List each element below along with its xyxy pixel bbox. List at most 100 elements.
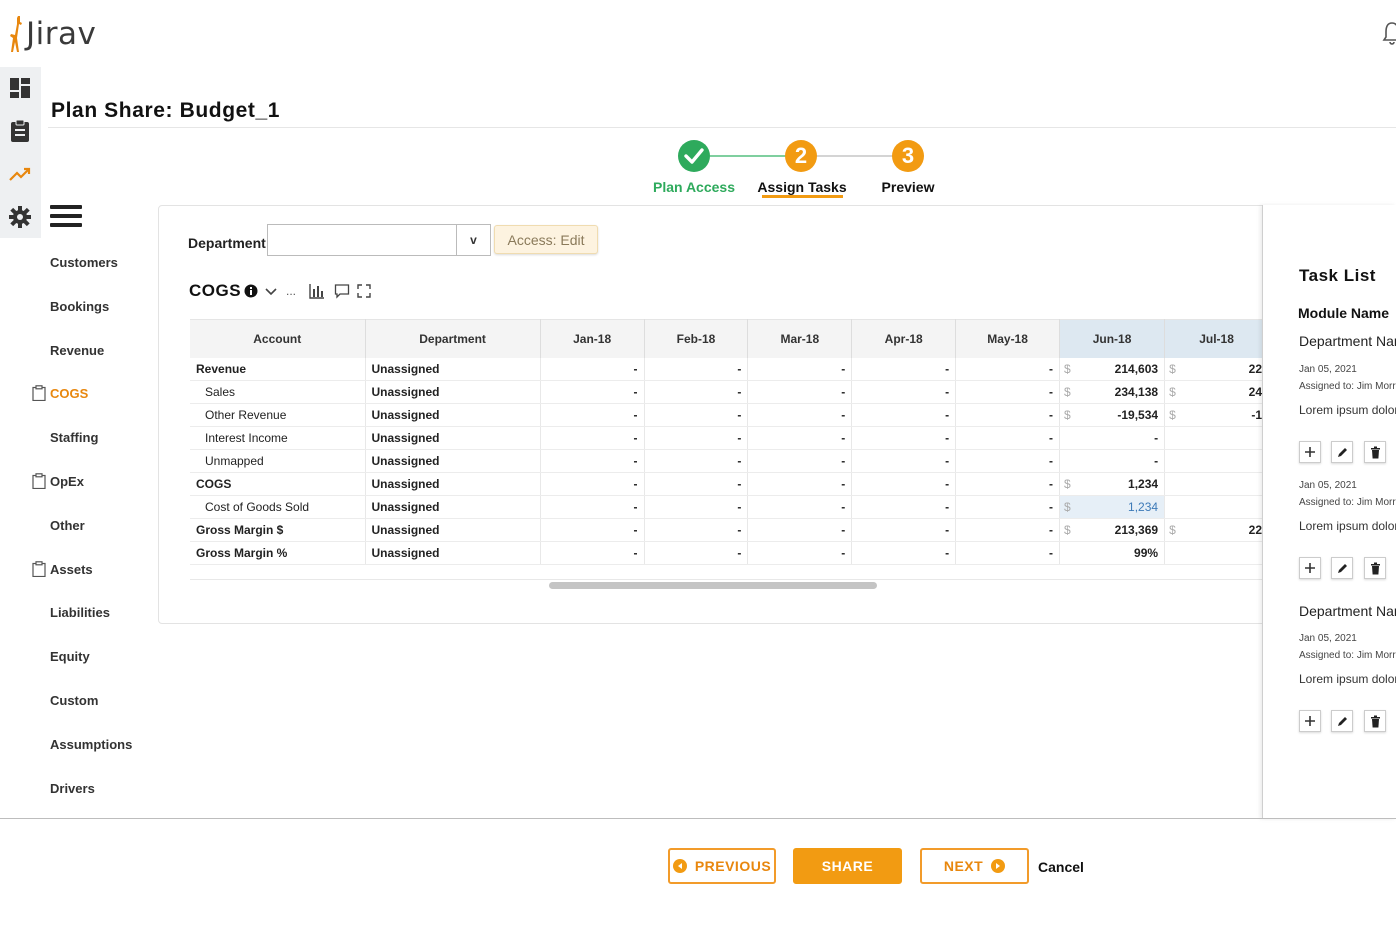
value-cell[interactable]: $24 [1164,380,1267,404]
value-cell[interactable]: - [851,472,957,496]
delete-task-button[interactable] [1364,710,1386,732]
sidebar-item-customers[interactable]: Customers [50,255,118,270]
step-1-check-icon[interactable] [678,140,710,172]
edit-task-button[interactable] [1331,557,1353,579]
sidebar-item-cogs[interactable]: COGS [50,386,88,401]
comment-icon[interactable] [334,283,350,299]
add-task-button[interactable] [1299,557,1321,579]
department-select[interactable]: v [267,224,491,256]
value-cell[interactable]: - [540,403,645,427]
add-task-button[interactable] [1299,441,1321,463]
value-cell[interactable]: $214,603 [1059,357,1166,381]
value-cell[interactable]: - [644,472,749,496]
sidebar-item-other[interactable]: Other [50,518,85,533]
chevron-down-icon[interactable]: v [456,225,490,255]
value-cell[interactable]: - [644,541,749,565]
value-cell[interactable]: - [851,426,957,450]
value-cell[interactable]: - [851,403,957,427]
delete-task-button[interactable] [1364,557,1386,579]
value-cell[interactable]: - [955,403,1061,427]
value-cell[interactable]: - [747,426,853,450]
value-cell[interactable] [1164,472,1267,496]
value-cell[interactable] [1164,426,1267,450]
dashboard-icon[interactable] [8,76,32,100]
value-cell[interactable]: - [851,449,957,473]
value-cell[interactable]: - [747,449,853,473]
edit-task-button[interactable] [1331,710,1353,732]
value-cell[interactable]: - [644,449,749,473]
value-cell[interactable]: - [955,495,1061,519]
value-cell[interactable]: - [540,495,645,519]
value-cell[interactable]: - [644,403,749,427]
value-cell[interactable]: $22 [1164,357,1267,381]
value-cell[interactable]: - [747,357,853,381]
value-cell[interactable]: - [644,380,749,404]
sidebar-item-custom[interactable]: Custom [50,693,98,708]
column-header[interactable]: Mar-18 [747,319,853,358]
value-cell[interactable]: - [851,541,957,565]
value-cell[interactable]: - [540,449,645,473]
step-3-circle[interactable]: 3 [892,140,924,172]
value-cell[interactable]: - [540,541,645,565]
value-cell[interactable]: - [1059,426,1166,450]
column-header[interactable]: Department [365,319,541,358]
value-cell[interactable]: $1,234 [1059,495,1166,519]
add-task-button[interactable] [1299,710,1321,732]
value-cell[interactable]: - [747,495,853,519]
more-icon[interactable]: ... [286,284,296,298]
sidebar-item-liabilities[interactable]: Liabilities [50,605,110,620]
sidebar-item-assumptions[interactable]: Assumptions [50,737,132,752]
expand-icon[interactable] [356,283,372,299]
value-cell[interactable]: - [747,403,853,427]
step-1-label[interactable]: Plan Access [653,179,735,195]
value-cell[interactable]: - [644,495,749,519]
value-cell[interactable]: $22 [1164,518,1267,542]
bell-icon[interactable] [1382,20,1396,46]
value-cell[interactable]: - [955,426,1061,450]
value-cell[interactable]: $ -19,534 [1059,403,1166,427]
value-cell[interactable]: - [955,449,1061,473]
horizontal-scrollbar-thumb[interactable] [549,582,877,589]
next-button[interactable]: NEXT [920,848,1029,884]
value-cell[interactable]: - [644,426,749,450]
previous-button[interactable]: PREVIOUS [668,848,776,884]
value-cell[interactable]: $213,369 [1059,518,1166,542]
value-cell[interactable]: - [540,426,645,450]
column-header[interactable]: Account [190,319,366,358]
value-cell[interactable]: - [540,380,645,404]
value-cell[interactable]: - [644,518,749,542]
sidebar-item-bookings[interactable]: Bookings [50,299,109,314]
column-header[interactable]: Apr-18 [851,319,957,358]
step-3-label[interactable]: Preview [882,179,935,195]
gear-icon[interactable] [8,205,32,229]
column-header[interactable]: May-18 [955,319,1061,358]
sidebar-item-assets[interactable]: Assets [50,562,93,577]
sidebar-item-opex[interactable]: OpEx [50,474,84,489]
value-cell[interactable]: - [851,495,957,519]
step-2-label[interactable]: Assign Tasks [757,179,846,195]
value-cell[interactable]: $1,234 [1059,472,1166,496]
column-header[interactable]: Jun-18 [1059,319,1166,358]
info-icon[interactable] [243,283,259,299]
value-cell[interactable]: - [747,380,853,404]
column-header[interactable]: Jul-18 [1164,319,1267,358]
value-cell[interactable]: - [747,518,853,542]
value-cell[interactable] [1164,449,1267,473]
column-header[interactable]: Jan-18 [540,319,645,358]
sidebar-item-staffing[interactable]: Staffing [50,430,98,445]
value-cell[interactable]: - [540,518,645,542]
share-button[interactable]: SHARE [793,848,902,884]
value-cell[interactable]: - [540,357,645,381]
trend-icon[interactable] [8,162,32,186]
value-cell[interactable]: - [955,380,1061,404]
hamburger-menu-icon[interactable] [50,205,82,227]
value-cell[interactable]: - [1059,449,1166,473]
value-cell[interactable]: - [955,541,1061,565]
value-cell[interactable]: - [955,472,1061,496]
edit-task-button[interactable] [1331,441,1353,463]
value-cell[interactable]: - [955,357,1061,381]
bar-chart-icon[interactable] [309,283,325,299]
value-cell[interactable]: - [644,357,749,381]
sidebar-item-equity[interactable]: Equity [50,649,90,664]
value-cell[interactable]: - [851,380,957,404]
